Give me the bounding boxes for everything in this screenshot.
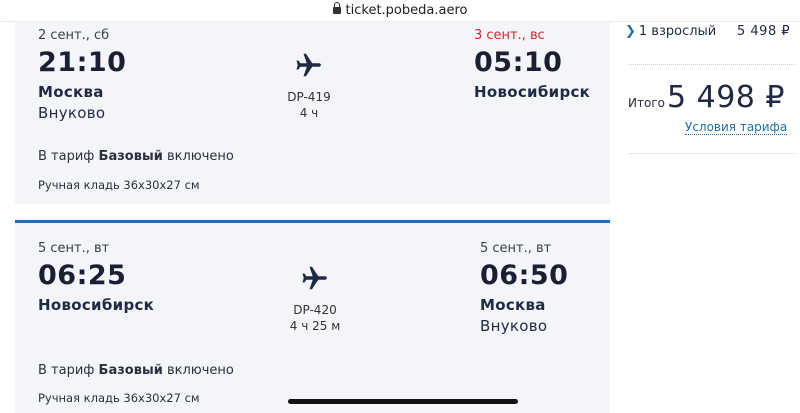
total-label: Итого bbox=[628, 96, 665, 110]
baggage-info: Ручная кладь 36x30x27 см bbox=[38, 178, 200, 192]
departure-time: 06:25 bbox=[38, 260, 127, 291]
tariff-prefix: В тариф bbox=[38, 149, 95, 164]
arrival-time: 05:10 bbox=[474, 47, 563, 78]
lock-icon bbox=[332, 2, 341, 14]
passengers-toggle[interactable]: ❯ 1 взрослый bbox=[625, 24, 716, 39]
departure-airport: Внуково bbox=[38, 104, 106, 122]
departure-city: Москва bbox=[38, 83, 104, 101]
total-price: 5 498 ₽ bbox=[667, 80, 786, 115]
arrival-date: 5 сент., вт bbox=[480, 241, 552, 256]
tariff-name: Базовый bbox=[98, 149, 163, 164]
passengers-label: 1 взрослый bbox=[638, 24, 717, 39]
tariff-suffix: включено bbox=[166, 363, 234, 378]
tariff-included: В тариф Базовый включено bbox=[38, 149, 234, 164]
plane-icon bbox=[302, 266, 327, 290]
departure-time: 21:10 bbox=[38, 47, 127, 78]
plane-icon bbox=[296, 53, 321, 77]
arrival-city: Москва bbox=[480, 296, 546, 314]
passengers-price: 5 498 ₽ bbox=[737, 24, 791, 39]
flight-card-outbound: 2 сент., сб 21:10 Москва Внуково DP-419 … bbox=[15, 22, 610, 204]
baggage-info: Ручная кладь 36x30x27 см bbox=[38, 391, 200, 405]
divider bbox=[629, 153, 796, 154]
url-text: ticket.pobeda.aero bbox=[345, 3, 468, 18]
url-display[interactable]: ticket.pobeda.aero bbox=[0, 2, 800, 18]
tariff-suffix: включено bbox=[166, 149, 234, 164]
departure-date: 2 сент., сб bbox=[38, 28, 110, 43]
flight-card-return: 5 сент., вт 06:25 Новосибирск DP-420 4 ч… bbox=[15, 220, 610, 413]
tariff-included: В тариф Базовый включено bbox=[38, 363, 234, 378]
flight-duration: 4 ч 25 м bbox=[289, 319, 341, 333]
flight-number: DP-420 bbox=[293, 303, 337, 317]
flight-duration: 4 ч bbox=[299, 106, 319, 120]
arrival-time: 06:50 bbox=[480, 260, 569, 291]
flight-number: DP-419 bbox=[287, 90, 331, 104]
tariff-prefix: В тариф bbox=[38, 363, 95, 378]
browser-url-bar[interactable]: ticket.pobeda.aero bbox=[0, 0, 800, 22]
departure-date: 5 сент., вт bbox=[38, 241, 110, 256]
departure-city: Новосибирск bbox=[38, 296, 155, 314]
divider bbox=[629, 64, 796, 65]
tariff-name: Базовый bbox=[98, 363, 163, 378]
home-indicator[interactable] bbox=[288, 399, 518, 404]
arrival-city: Новосибирск bbox=[474, 83, 591, 101]
chevron-right-icon: ❯ bbox=[625, 24, 636, 39]
tariff-conditions-link[interactable]: Условия тарифа bbox=[685, 120, 788, 135]
price-summary: ❯ 1 взрослый 5 498 ₽ Итого 5 498 ₽ Услови… bbox=[625, 22, 800, 162]
arrival-airport: Внуково bbox=[480, 317, 548, 335]
arrival-date: 3 сент., вс bbox=[474, 28, 545, 43]
